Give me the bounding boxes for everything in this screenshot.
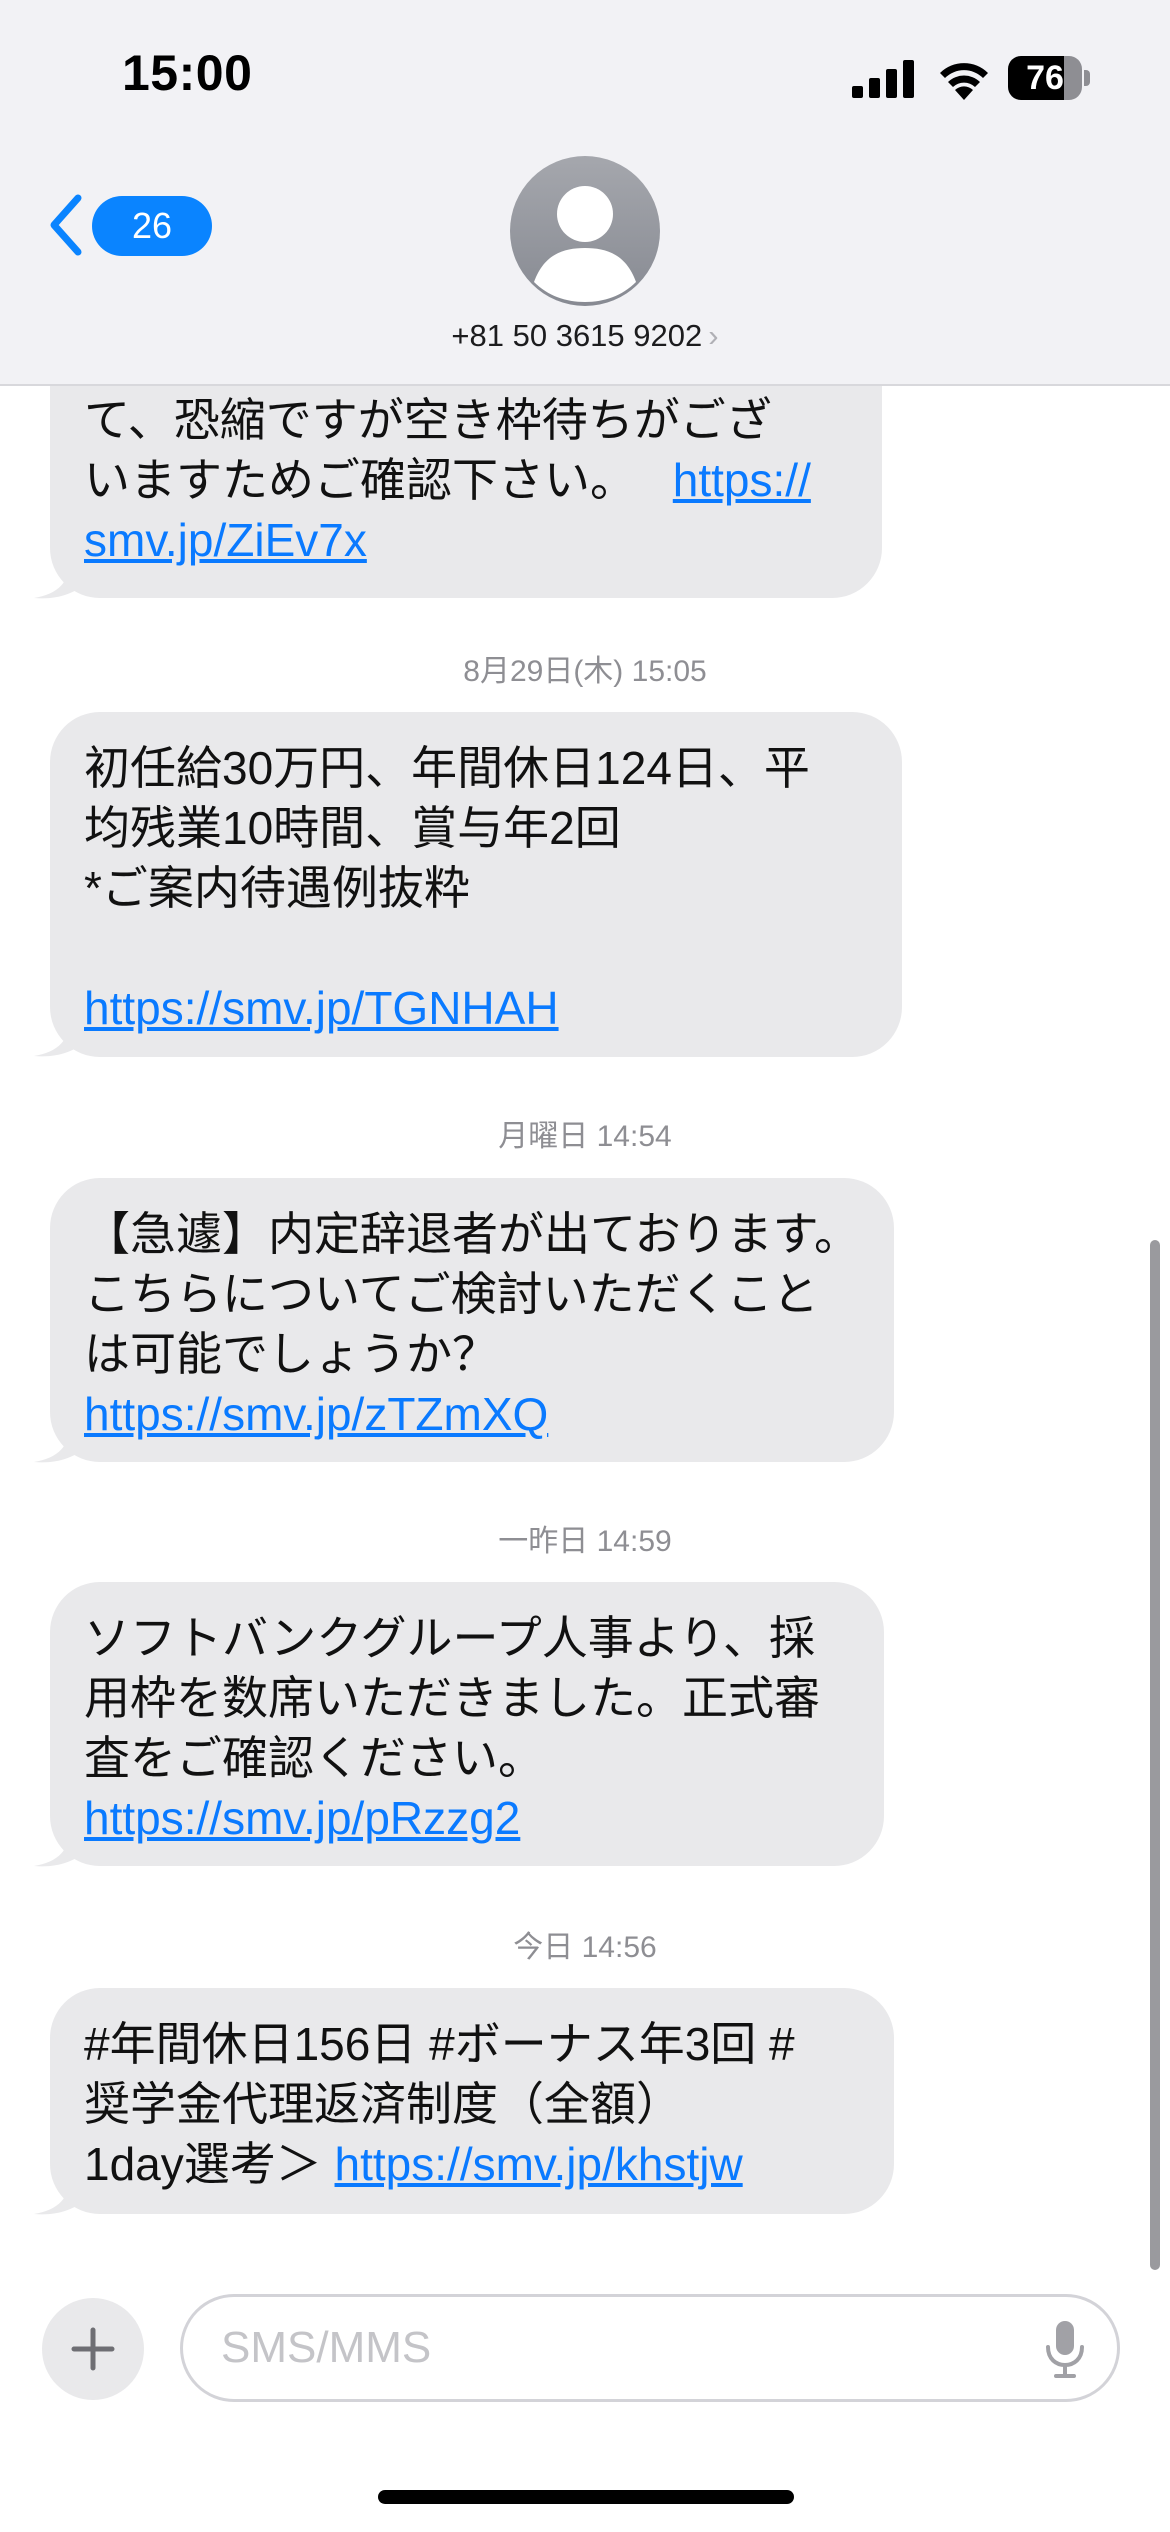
message-bubble[interactable]: 初任給30万円、年間休日124日、平 均残業10時間、賞与年2回 *ご案内待遇例…	[50, 712, 902, 1057]
message-bubble[interactable]: #年間休日156日 #ボーナス年3回 # 奨学金代理返済制度（全額） 1day選…	[50, 1988, 894, 2214]
message-text: *ご案内待遇例抜粋	[84, 862, 470, 914]
battery-icon: 76	[1008, 56, 1090, 100]
bubble-tail	[34, 2176, 88, 2215]
message-bubble[interactable]: ソフトバンクグループ人事より、採 用枠を数席いただきました。正式審 査をご確認く…	[50, 1582, 884, 1866]
message-text: 初任給30万円、年間休日124日、平	[84, 742, 810, 794]
contact-number-button[interactable]: +81 50 3615 9202 ›	[0, 318, 1170, 354]
message-text: #年間休日156日 #ボーナス年3回 #	[84, 2018, 795, 2070]
battery-level: 76	[1026, 59, 1064, 97]
battery-tip	[1084, 70, 1090, 86]
message-text: 査をご確認ください。	[84, 1732, 544, 1784]
message-link[interactable]: https://	[673, 454, 811, 506]
message-text: は可能でしょうか？	[84, 1328, 498, 1380]
bubble-tail	[34, 1424, 88, 1463]
message-text: ソフトバンクグループ人事より、採	[84, 1612, 815, 1664]
message-text: 奨学金代理返済制度（全額）	[84, 2078, 682, 2130]
avatar-person-icon	[534, 186, 636, 302]
message-link[interactable]: https://smv.jp/TGNHAH	[84, 978, 868, 1038]
message-text: いますためご確認下さい。	[84, 454, 636, 506]
message-text: て、恐縮ですが空き枠待ちがござ	[84, 394, 772, 446]
scrollbar[interactable]	[1150, 1240, 1160, 2270]
signal-icon	[852, 60, 914, 98]
message-input[interactable]: SMS/MMS	[180, 2294, 1120, 2402]
message-timestamp: 今日 14:56	[513, 1931, 657, 1964]
navigation-header: 15:00 76 26 +81 50 3615 9202 ›	[0, 0, 1170, 386]
message-timestamp: 一昨日 14:59	[498, 1525, 672, 1558]
message-text: 【急遽】内定辞退者が出ております。	[84, 1208, 861, 1260]
add-attachment-button[interactable]	[42, 2298, 144, 2400]
back-chevron-icon	[50, 194, 82, 256]
chevron-right-icon: ›	[708, 318, 719, 353]
message-text: こちらについてご検討いただくこと	[84, 1268, 819, 1320]
microphone-icon[interactable]	[1043, 2319, 1087, 2379]
bubble-tail	[34, 1828, 88, 1867]
message-text: 1day選考＞	[84, 2138, 322, 2190]
message-text-line: 1day選考＞ https://smv.jp/khstjw	[84, 2134, 860, 2194]
message-link[interactable]: https://smv.jp/zTZmXQ	[84, 1384, 860, 1444]
wifi-icon	[940, 63, 988, 100]
message-input-placeholder: SMS/MMS	[221, 2323, 432, 2372]
unread-count-badge: 26	[92, 196, 212, 256]
message-text-line: いますためご確認下さい。 https://	[84, 450, 848, 510]
message-text: 均残業10時間、賞与年2回	[84, 802, 621, 854]
message-link[interactable]: smv.jp/ZiEv7x	[84, 510, 848, 570]
bubble-tail	[34, 560, 88, 599]
bubble-tail	[34, 1018, 88, 1057]
home-indicator[interactable]	[378, 2490, 794, 2504]
contact-number: +81 50 3615 9202	[451, 318, 703, 353]
message-timestamp: 8月29日(木) 15:05	[463, 655, 707, 688]
contact-avatar[interactable]	[510, 156, 660, 306]
plus-icon	[71, 2327, 115, 2371]
message-text: 用枠を数席いただきました。正式審	[84, 1672, 820, 1724]
status-time: 15:00	[122, 45, 253, 101]
message-bubble[interactable]: 【急遽】内定辞退者が出ております。 こちらについてご検討いただくこと は可能でし…	[50, 1178, 894, 1462]
message-link[interactable]: https://smv.jp/khstjw	[335, 2138, 743, 2190]
back-button[interactable]: 26	[46, 190, 212, 260]
message-timestamp: 月曜日 14:54	[498, 1120, 672, 1153]
message-link[interactable]: https://smv.jp/pRzzg2	[84, 1788, 850, 1848]
